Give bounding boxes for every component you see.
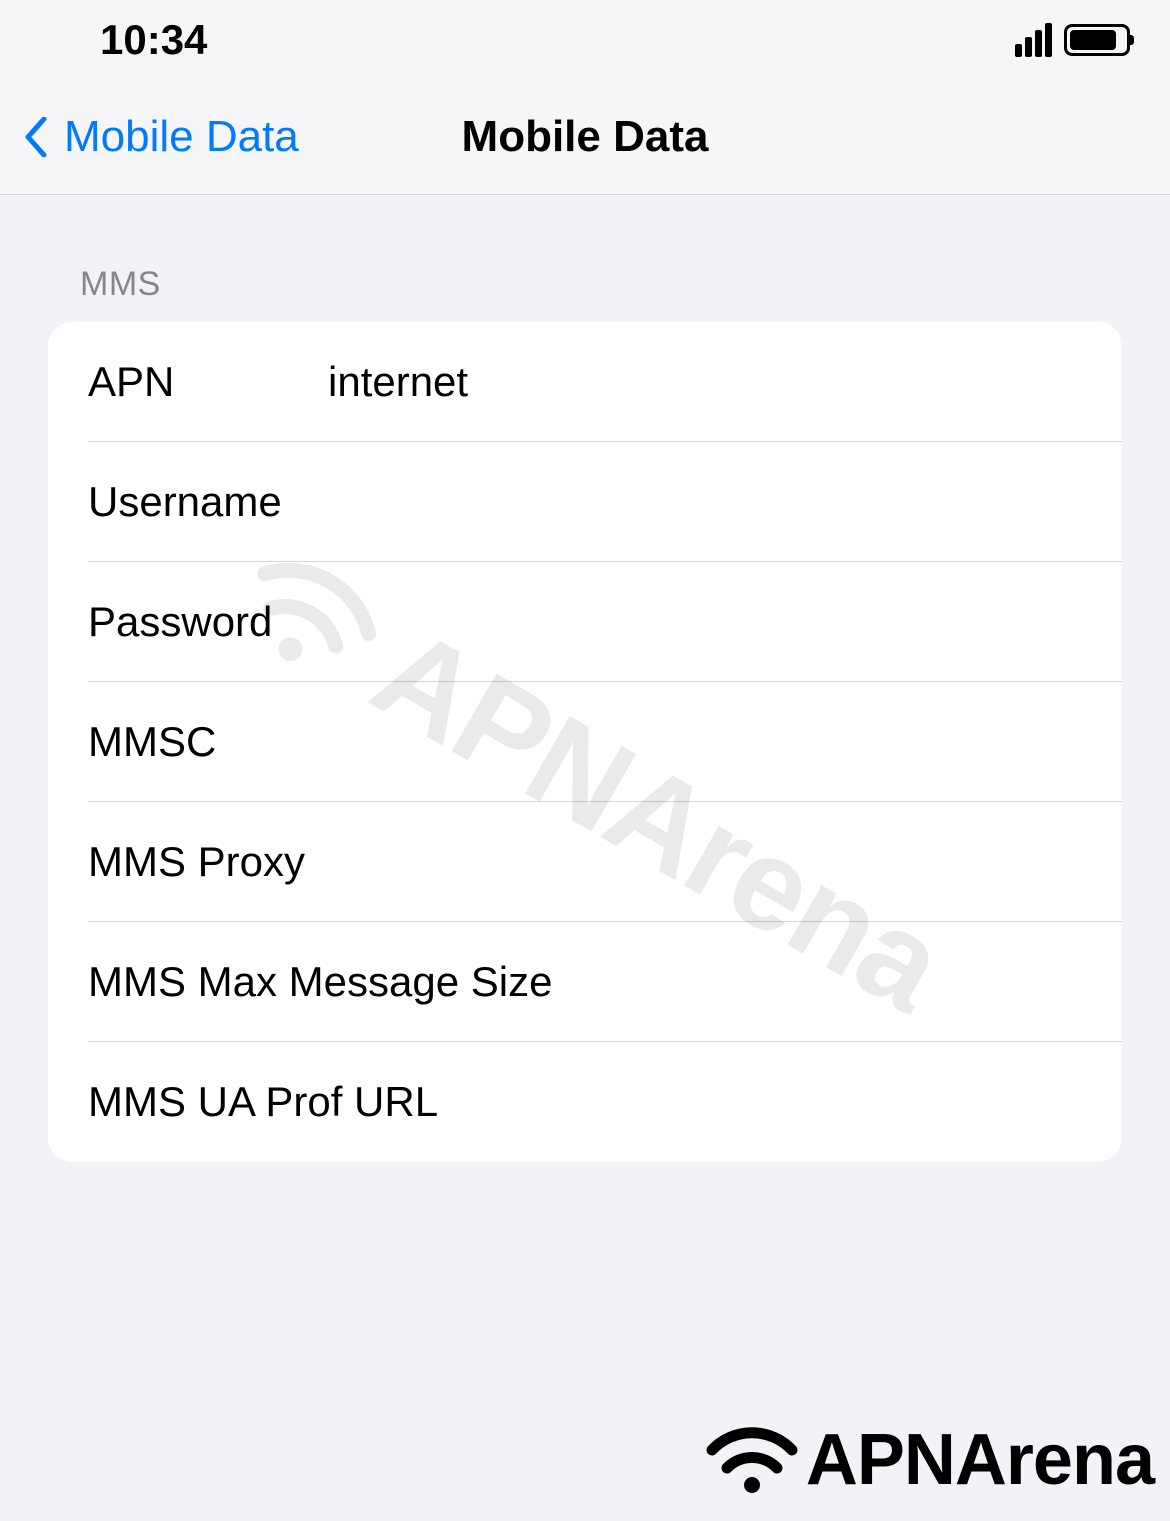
input-username[interactable] [328, 478, 1122, 526]
signal-icon [1015, 23, 1052, 57]
status-time: 10:34 [100, 16, 207, 64]
back-label: Mobile Data [64, 112, 299, 162]
content-area: MMS APN Username Password MMSC MMS Proxy… [0, 195, 1170, 1162]
input-mms-proxy[interactable] [328, 838, 1122, 886]
row-apn[interactable]: APN [48, 322, 1122, 442]
battery-icon [1064, 24, 1130, 56]
section-header-mms: MMS [80, 265, 1122, 304]
label-mms-max-size: MMS Max Message Size [88, 958, 552, 1006]
input-mms-ua-prof[interactable] [438, 1078, 1122, 1126]
page-title: Mobile Data [462, 112, 709, 162]
footer-brand-text: APNArena [806, 1419, 1154, 1501]
label-mmsc: MMSC [88, 718, 328, 766]
settings-group-mms: APN Username Password MMSC MMS Proxy MMS… [48, 322, 1122, 1162]
status-bar: 10:34 [0, 0, 1170, 80]
footer-brand: APNArena [702, 1419, 1154, 1501]
status-indicators [1015, 23, 1130, 57]
label-username: Username [88, 478, 328, 526]
navigation-bar: Mobile Data Mobile Data [0, 80, 1170, 195]
row-mms-max-size[interactable]: MMS Max Message Size [48, 922, 1122, 1042]
row-username[interactable]: Username [48, 442, 1122, 562]
back-button[interactable]: Mobile Data [0, 112, 299, 162]
input-password[interactable] [328, 598, 1122, 646]
row-mms-proxy[interactable]: MMS Proxy [48, 802, 1122, 922]
row-mmsc[interactable]: MMSC [48, 682, 1122, 802]
label-mms-ua-prof: MMS UA Prof URL [88, 1078, 438, 1126]
chevron-left-icon [24, 117, 48, 157]
input-mms-max-size[interactable] [552, 958, 1122, 1006]
label-mms-proxy: MMS Proxy [88, 838, 328, 886]
wifi-icon [702, 1420, 802, 1500]
label-password: Password [88, 598, 328, 646]
input-mmsc[interactable] [328, 718, 1122, 766]
row-password[interactable]: Password [48, 562, 1122, 682]
input-apn[interactable] [328, 358, 1122, 406]
label-apn: APN [88, 358, 328, 406]
row-mms-ua-prof[interactable]: MMS UA Prof URL [48, 1042, 1122, 1162]
